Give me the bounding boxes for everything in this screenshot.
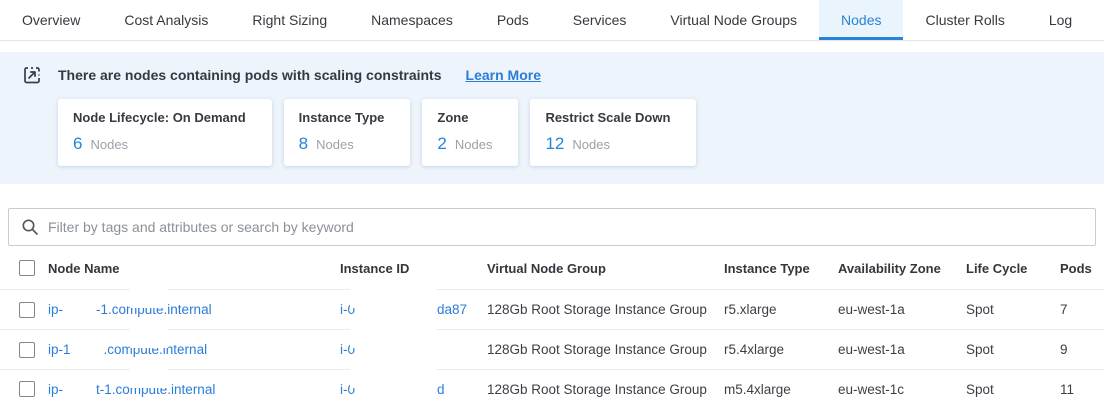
redaction-box — [130, 321, 168, 348]
tab-bar: Overview Cost Analysis Right Sizing Name… — [0, 0, 1104, 41]
availability-zone-cell: eu-west-1a — [838, 342, 966, 357]
availability-zone-cell: eu-west-1c — [838, 382, 966, 397]
instance-type-cell: r5.xlarge — [724, 302, 838, 317]
filter-search-bar — [8, 208, 1096, 246]
card-value: 12 — [545, 134, 564, 154]
redaction-box — [130, 361, 168, 388]
banner-message: There are nodes containing pods with sca… — [58, 67, 442, 83]
table-row: ip-t-1.compute.internal i-0d 128Gb Root … — [0, 369, 1104, 404]
tab-namespaces[interactable]: Namespaces — [349, 0, 475, 40]
col-instance-type: Instance Type — [724, 261, 838, 276]
row-checkbox[interactable] — [19, 381, 35, 397]
constraint-summary-cards: Node Lifecycle: On Demand 6 Nodes Instan… — [58, 99, 1084, 166]
node-name-link[interactable]: ip-t-1.compute.internal — [48, 382, 340, 397]
redaction-box — [350, 321, 436, 348]
life-cycle-cell: Spot — [966, 342, 1060, 357]
card-title: Zone — [437, 110, 492, 125]
tab-log[interactable]: Log — [1027, 0, 1094, 40]
col-node-name: Node Name — [48, 261, 340, 276]
col-availability-zone: Availability Zone — [838, 261, 966, 276]
card-restrict-scale-down[interactable]: Restrict Scale Down 12 Nodes — [530, 99, 696, 166]
instance-type-cell: r5.4xlarge — [724, 342, 838, 357]
scale-down-icon — [22, 65, 42, 85]
tab-cost-analysis[interactable]: Cost Analysis — [102, 0, 230, 40]
card-unit: Nodes — [455, 137, 493, 152]
card-value: 2 — [437, 134, 446, 154]
tab-nodes[interactable]: Nodes — [819, 0, 903, 40]
col-pods: Pods — [1060, 261, 1104, 276]
learn-more-link[interactable]: Learn More — [466, 67, 541, 83]
col-life-cycle: Life Cycle — [966, 261, 1060, 276]
redaction-box — [350, 361, 436, 388]
scaling-constraints-banner: There are nodes containing pods with sca… — [0, 52, 1104, 184]
card-zone[interactable]: Zone 2 Nodes — [422, 99, 518, 166]
node-name-link[interactable]: ip--1.compute.internal — [48, 302, 340, 317]
card-title: Restrict Scale Down — [545, 110, 670, 125]
row-checkbox[interactable] — [19, 302, 35, 318]
tab-virtual-node-groups[interactable]: Virtual Node Groups — [648, 0, 819, 40]
nodes-table: Node Name Instance ID Virtual Node Group… — [0, 247, 1104, 404]
card-title: Instance Type — [299, 110, 385, 125]
node-name-link[interactable]: ip-1.compute.internal — [48, 342, 340, 357]
pods-cell: 9 — [1060, 342, 1104, 357]
life-cycle-cell: Spot — [966, 382, 1060, 397]
card-unit: Nodes — [572, 137, 610, 152]
life-cycle-cell: Spot — [966, 302, 1060, 317]
pods-cell: 7 — [1060, 302, 1104, 317]
card-value: 8 — [299, 134, 308, 154]
virtual-node-group-cell: 128Gb Root Storage Instance Group — [487, 382, 724, 397]
card-unit: Nodes — [316, 137, 354, 152]
virtual-node-group-cell: 128Gb Root Storage Instance Group — [487, 302, 724, 317]
tab-pods[interactable]: Pods — [475, 0, 551, 40]
col-virtual-node-group: Virtual Node Group — [487, 261, 724, 276]
card-unit: Nodes — [90, 137, 128, 152]
card-instance-type[interactable]: Instance Type 8 Nodes — [284, 99, 411, 166]
tab-right-sizing[interactable]: Right Sizing — [230, 0, 349, 40]
redaction-box — [130, 281, 168, 308]
search-icon — [21, 218, 39, 236]
redaction-box — [350, 281, 436, 308]
tab-cluster-rolls[interactable]: Cluster Rolls — [903, 0, 1026, 40]
pods-cell: 11 — [1060, 382, 1104, 397]
card-node-lifecycle-on-demand[interactable]: Node Lifecycle: On Demand 6 Nodes — [58, 99, 272, 166]
tab-services[interactable]: Services — [551, 0, 649, 40]
col-instance-id: Instance ID — [340, 261, 487, 276]
card-value: 6 — [73, 134, 82, 154]
availability-zone-cell: eu-west-1a — [838, 302, 966, 317]
instance-type-cell: m5.4xlarge — [724, 382, 838, 397]
select-all-checkbox[interactable] — [19, 260, 35, 276]
search-input[interactable] — [48, 219, 1083, 235]
virtual-node-group-cell: 128Gb Root Storage Instance Group — [487, 342, 724, 357]
tab-overview[interactable]: Overview — [0, 0, 102, 40]
row-checkbox[interactable] — [19, 342, 35, 358]
card-title: Node Lifecycle: On Demand — [73, 110, 246, 125]
